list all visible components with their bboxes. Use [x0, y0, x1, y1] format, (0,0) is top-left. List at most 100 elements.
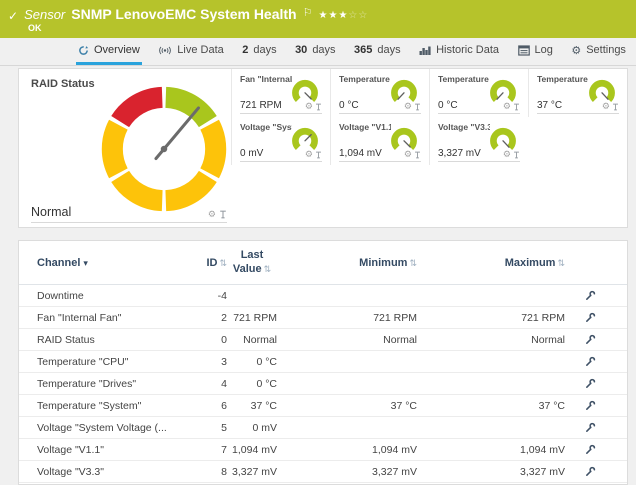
channel-settings-icon[interactable] — [585, 356, 596, 367]
mini-gauge-title: Temperature "Drives" — [438, 74, 490, 84]
tab-overview[interactable]: Overview — [76, 38, 142, 65]
cell-minimum: 721 RPM — [277, 312, 417, 324]
cell-last-value: 37 °C — [227, 400, 277, 412]
table-body: Downtime-4Fan "Internal Fan"2721 RPM721 … — [19, 285, 627, 483]
channel-settings-icon[interactable] — [585, 334, 596, 345]
flag-icon[interactable]: ⚐ — [303, 6, 313, 19]
settings-icon: ⚙ — [571, 44, 581, 57]
gauge-gear-icon[interactable]: ⚙ — [404, 150, 412, 159]
mini-gauge-tile[interactable]: Temperature "System"37 °C⚙ — [528, 69, 627, 117]
mini-gauge-title: Temperature "System" — [537, 74, 589, 84]
cell-id: 4 — [187, 378, 227, 390]
mini-gauge-title: Voltage "V1.1" — [339, 122, 391, 132]
channel-settings-icon[interactable] — [585, 290, 596, 301]
gauge-gear-icon[interactable]: ⚙ — [503, 102, 511, 111]
cell-channel: Temperature "CPU" — [37, 356, 187, 368]
cell-last-value: 721 RPM — [227, 312, 277, 324]
mini-gauge-tile[interactable]: Voltage "V3.3"3,327 mV⚙ — [429, 117, 528, 165]
mini-gauge-tile[interactable]: Temperature "Drives" 0 °C ⚙ — [429, 69, 528, 117]
column-header-minimum[interactable]: Minimum⇅ — [277, 257, 417, 269]
cell-last-value: 1,094 mV — [227, 444, 277, 456]
gauge-value: Normal — [31, 205, 71, 219]
mini-gauge-value: 0 mV — [240, 148, 263, 159]
cell-maximum: 3,327 mV — [417, 466, 565, 478]
cell-id: 2 — [187, 312, 227, 324]
cell-channel: RAID Status — [37, 334, 187, 346]
rating-stars[interactable]: ★★★☆☆ — [319, 10, 369, 21]
gauge-pin-icon[interactable] — [513, 103, 520, 111]
gauge-gear-icon[interactable]: ⚙ — [503, 150, 511, 159]
tab-365-days[interactable]: 365 days — [352, 38, 403, 65]
cell-id: 0 — [187, 334, 227, 346]
column-header-maximum[interactable]: Maximum⇅ — [417, 257, 565, 269]
mini-gauge-value: 1,094 mV — [339, 148, 382, 159]
gauge-pin-icon[interactable] — [612, 103, 619, 111]
cell-last-value: Normal — [227, 334, 277, 346]
table-row: Voltage "V1.1"71,094 mV1,094 mV1,094 mV — [19, 439, 627, 461]
gauge-pin-icon[interactable] — [414, 103, 421, 111]
cell-maximum: 37 °C — [417, 400, 565, 412]
column-header-last-value[interactable]: LastValue⇅ — [227, 249, 277, 275]
channel-settings-icon[interactable] — [585, 466, 596, 477]
object-kind-label: Sensor — [24, 7, 65, 22]
gauge-pin-icon[interactable] — [315, 151, 322, 159]
sort-icon: ⇅ — [264, 264, 272, 274]
tab-historic-data[interactable]: Historic Data — [417, 38, 501, 65]
cell-channel: Temperature "System" — [37, 400, 187, 412]
live-data-icon — [158, 45, 172, 56]
overview-panel: RAID Status Normal ⚙ Fan "Internal Fan" 7… — [18, 68, 628, 228]
gauge-gear-icon[interactable]: ⚙ — [404, 102, 412, 111]
overview-icon — [78, 45, 89, 56]
mini-gauge-value: 721 RPM — [240, 100, 282, 111]
sort-icon: ⇅ — [557, 258, 565, 268]
mini-gauge-tile[interactable]: Fan "Internal Fan" 721 RPM ⚙ — [231, 69, 330, 117]
channel-settings-icon[interactable] — [585, 422, 596, 433]
cell-channel: Fan "Internal Fan" — [37, 312, 187, 324]
gauge-gear-icon[interactable]: ⚙ — [602, 102, 610, 111]
tab-2-days[interactable]: 2 days — [240, 38, 278, 65]
ok-check-icon: ✓ — [8, 9, 18, 23]
gauge-gear-icon[interactable]: ⚙ — [305, 150, 313, 159]
mini-gauge-title: Voltage "V3.3" — [438, 122, 490, 132]
mini-gauge-title: Fan "Internal Fan" — [240, 74, 292, 84]
channel-settings-icon[interactable] — [585, 444, 596, 455]
cell-minimum: 3,327 mV — [277, 466, 417, 478]
table-row: RAID Status0NormalNormalNormal — [19, 329, 627, 351]
mini-gauge-value: 0 °C — [438, 100, 458, 111]
gauge-pin-icon[interactable] — [219, 210, 227, 219]
page-title: SNMP LenovoEMC System Health — [71, 6, 296, 22]
gauge-gear-icon[interactable]: ⚙ — [208, 210, 216, 219]
cell-channel: Voltage "System Voltage (... — [37, 422, 187, 434]
tab-log[interactable]: Log — [516, 38, 555, 65]
gauge-pin-icon[interactable] — [414, 151, 421, 159]
mini-gauge-tile[interactable]: Voltage "V1.1" 1,094 mV ⚙ — [330, 117, 429, 165]
gauge-gear-icon[interactable]: ⚙ — [305, 102, 313, 111]
channel-settings-icon[interactable] — [585, 312, 596, 323]
gauge-pin-icon[interactable] — [513, 151, 520, 159]
historic-data-icon — [419, 45, 431, 56]
channel-settings-icon[interactable] — [585, 400, 596, 411]
mini-gauge-tile[interactable]: Temperature "CPU"0 °C⚙ — [330, 69, 429, 117]
tab-30-days[interactable]: 30 days — [293, 38, 338, 65]
cell-last-value: 0 °C — [227, 356, 277, 368]
cell-channel: Downtime — [37, 290, 187, 302]
sort-desc-icon: ▾ — [83, 258, 88, 268]
mini-gauge-tile[interactable]: Voltage "System Voltage (12...0 mV⚙ — [231, 117, 330, 165]
cell-id: 8 — [187, 466, 227, 478]
table-header-row: Channel▾ ID⇅ LastValue⇅ Minimum⇅ Maximum… — [19, 241, 627, 285]
channel-settings-icon[interactable] — [585, 378, 596, 389]
raid-status-gauge[interactable]: RAID Status Normal ⚙ — [19, 69, 231, 229]
gauge-pin-icon[interactable] — [315, 103, 322, 111]
cell-maximum: Normal — [417, 334, 565, 346]
tab-live-data[interactable]: Live Data — [156, 38, 225, 65]
column-header-id[interactable]: ID⇅ — [187, 257, 227, 269]
tab-settings[interactable]: ⚙ Settings — [569, 38, 628, 65]
cell-id: -4 — [187, 290, 227, 302]
cell-id: 6 — [187, 400, 227, 412]
column-header-channel[interactable]: Channel▾ — [37, 257, 187, 269]
cell-channel: Temperature "Drives" — [37, 378, 187, 390]
cell-channel: Voltage "V1.1" — [37, 444, 187, 456]
table-row: Downtime-4 — [19, 285, 627, 307]
cell-maximum: 721 RPM — [417, 312, 565, 324]
cell-minimum: 37 °C — [277, 400, 417, 412]
